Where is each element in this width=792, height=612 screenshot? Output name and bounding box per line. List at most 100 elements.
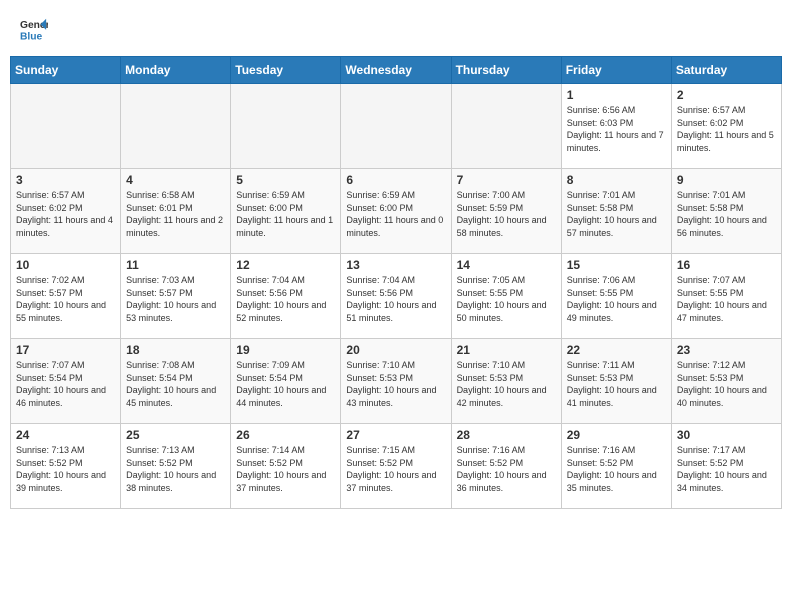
day-info: Sunrise: 6:58 AMSunset: 6:01 PMDaylight:… <box>126 189 225 239</box>
day-info: Sunrise: 6:59 AMSunset: 6:00 PMDaylight:… <box>236 189 335 239</box>
day-number: 27 <box>346 428 445 442</box>
day-number: 21 <box>457 343 556 357</box>
header-friday: Friday <box>561 57 671 84</box>
day-number: 29 <box>567 428 666 442</box>
calendar-cell <box>11 84 121 169</box>
calendar-cell: 20 Sunrise: 7:10 AMSunset: 5:53 PMDayligh… <box>341 339 451 424</box>
day-number: 2 <box>677 88 776 102</box>
calendar-cell: 5 Sunrise: 6:59 AMSunset: 6:00 PMDaylight… <box>231 169 341 254</box>
day-number: 25 <box>126 428 225 442</box>
calendar-cell <box>121 84 231 169</box>
day-number: 22 <box>567 343 666 357</box>
day-number: 8 <box>567 173 666 187</box>
day-info: Sunrise: 6:59 AMSunset: 6:00 PMDaylight:… <box>346 189 445 239</box>
calendar-header-row: SundayMondayTuesdayWednesdayThursdayFrid… <box>11 57 782 84</box>
header-sunday: Sunday <box>11 57 121 84</box>
day-info: Sunrise: 7:04 AMSunset: 5:56 PMDaylight:… <box>346 274 445 324</box>
day-info: Sunrise: 7:00 AMSunset: 5:59 PMDaylight:… <box>457 189 556 239</box>
day-number: 3 <box>16 173 115 187</box>
day-number: 7 <box>457 173 556 187</box>
calendar-cell: 4 Sunrise: 6:58 AMSunset: 6:01 PMDaylight… <box>121 169 231 254</box>
header-monday: Monday <box>121 57 231 84</box>
calendar-week-5: 24 Sunrise: 7:13 AMSunset: 5:52 PMDayligh… <box>11 424 782 509</box>
day-number: 11 <box>126 258 225 272</box>
calendar-cell: 13 Sunrise: 7:04 AMSunset: 5:56 PMDayligh… <box>341 254 451 339</box>
day-info: Sunrise: 7:09 AMSunset: 5:54 PMDaylight:… <box>236 359 335 409</box>
calendar-cell: 17 Sunrise: 7:07 AMSunset: 5:54 PMDayligh… <box>11 339 121 424</box>
day-info: Sunrise: 7:11 AMSunset: 5:53 PMDaylight:… <box>567 359 666 409</box>
calendar-cell: 9 Sunrise: 7:01 AMSunset: 5:58 PMDaylight… <box>671 169 781 254</box>
calendar-cell: 21Sunrise: 7:10 AMSunset: 5:53 PMDayligh… <box>451 339 561 424</box>
calendar-cell: 22 Sunrise: 7:11 AMSunset: 5:53 PMDayligh… <box>561 339 671 424</box>
day-info: Sunrise: 7:01 AMSunset: 5:58 PMDaylight:… <box>567 189 666 239</box>
day-number: 5 <box>236 173 335 187</box>
day-info: Sunrise: 7:10 AMSunset: 5:53 PMDaylight:… <box>346 359 445 409</box>
day-number: 12 <box>236 258 335 272</box>
calendar-cell: 27Sunrise: 7:15 AMSunset: 5:52 PMDayligh… <box>341 424 451 509</box>
day-number: 18 <box>126 343 225 357</box>
day-number: 6 <box>346 173 445 187</box>
day-number: 30 <box>677 428 776 442</box>
day-number: 1 <box>567 88 666 102</box>
calendar-cell: 25Sunrise: 7:13 AMSunset: 5:52 PMDayligh… <box>121 424 231 509</box>
header-tuesday: Tuesday <box>231 57 341 84</box>
day-info: Sunrise: 7:13 AMSunset: 5:52 PMDaylight:… <box>16 444 115 494</box>
calendar-cell: 3 Sunrise: 6:57 AMSunset: 6:02 PMDaylight… <box>11 169 121 254</box>
day-number: 24 <box>16 428 115 442</box>
day-info: Sunrise: 7:02 AMSunset: 5:57 PMDaylight:… <box>16 274 115 324</box>
calendar-cell: 28Sunrise: 7:16 AMSunset: 5:52 PMDayligh… <box>451 424 561 509</box>
day-info: Sunrise: 7:01 AMSunset: 5:58 PMDaylight:… <box>677 189 776 239</box>
calendar-cell <box>341 84 451 169</box>
day-info: Sunrise: 7:06 AMSunset: 5:55 PMDaylight:… <box>567 274 666 324</box>
calendar-cell: 24 Sunrise: 7:13 AMSunset: 5:52 PMDayligh… <box>11 424 121 509</box>
calendar-cell: 10 Sunrise: 7:02 AMSunset: 5:57 PMDayligh… <box>11 254 121 339</box>
calendar-cell: 14Sunrise: 7:05 AMSunset: 5:55 PMDayligh… <box>451 254 561 339</box>
calendar-cell: 8 Sunrise: 7:01 AMSunset: 5:58 PMDaylight… <box>561 169 671 254</box>
calendar-cell: 12 Sunrise: 7:04 AMSunset: 5:56 PMDayligh… <box>231 254 341 339</box>
calendar-table: SundayMondayTuesdayWednesdayThursdayFrid… <box>10 56 782 509</box>
day-number: 26 <box>236 428 335 442</box>
calendar-week-4: 17 Sunrise: 7:07 AMSunset: 5:54 PMDayligh… <box>11 339 782 424</box>
day-info: Sunrise: 7:04 AMSunset: 5:56 PMDaylight:… <box>236 274 335 324</box>
day-number: 4 <box>126 173 225 187</box>
day-info: Sunrise: 7:16 AMSunset: 5:52 PMDaylight:… <box>567 444 666 494</box>
day-number: 10 <box>16 258 115 272</box>
svg-text:Blue: Blue <box>20 31 43 42</box>
calendar-cell: 15 Sunrise: 7:06 AMSunset: 5:55 PMDayligh… <box>561 254 671 339</box>
day-info: Sunrise: 7:03 AMSunset: 5:57 PMDaylight:… <box>126 274 225 324</box>
day-info: Sunrise: 6:57 AMSunset: 6:02 PMDaylight:… <box>677 104 776 154</box>
calendar-cell: 19 Sunrise: 7:09 AMSunset: 5:54 PMDayligh… <box>231 339 341 424</box>
day-number: 17 <box>16 343 115 357</box>
calendar-cell: 26 Sunrise: 7:14 AMSunset: 5:52 PMDayligh… <box>231 424 341 509</box>
calendar-cell: 16 Sunrise: 7:07 AMSunset: 5:55 PMDayligh… <box>671 254 781 339</box>
calendar-week-3: 10 Sunrise: 7:02 AMSunset: 5:57 PMDayligh… <box>11 254 782 339</box>
calendar-week-1: 1 Sunrise: 6:56 AMSunset: 6:03 PMDaylight… <box>11 84 782 169</box>
day-number: 9 <box>677 173 776 187</box>
day-number: 13 <box>346 258 445 272</box>
day-number: 20 <box>346 343 445 357</box>
calendar-cell: 30 Sunrise: 7:17 AMSunset: 5:52 PMDayligh… <box>671 424 781 509</box>
calendar-cell: 23 Sunrise: 7:12 AMSunset: 5:53 PMDayligh… <box>671 339 781 424</box>
day-info: Sunrise: 6:57 AMSunset: 6:02 PMDaylight:… <box>16 189 115 239</box>
day-info: Sunrise: 7:16 AMSunset: 5:52 PMDaylight:… <box>457 444 556 494</box>
day-number: 19 <box>236 343 335 357</box>
day-info: Sunrise: 7:12 AMSunset: 5:53 PMDaylight:… <box>677 359 776 409</box>
calendar-cell: 29 Sunrise: 7:16 AMSunset: 5:52 PMDayligh… <box>561 424 671 509</box>
day-number: 15 <box>567 258 666 272</box>
calendar-cell: 2 Sunrise: 6:57 AMSunset: 6:02 PMDaylight… <box>671 84 781 169</box>
day-info: Sunrise: 7:07 AMSunset: 5:55 PMDaylight:… <box>677 274 776 324</box>
header: General Blue <box>10 10 782 48</box>
day-info: Sunrise: 7:07 AMSunset: 5:54 PMDaylight:… <box>16 359 115 409</box>
calendar-cell: 11 Sunrise: 7:03 AMSunset: 5:57 PMDayligh… <box>121 254 231 339</box>
day-info: Sunrise: 7:08 AMSunset: 5:54 PMDaylight:… <box>126 359 225 409</box>
day-number: 16 <box>677 258 776 272</box>
calendar-cell: 1 Sunrise: 6:56 AMSunset: 6:03 PMDaylight… <box>561 84 671 169</box>
day-info: Sunrise: 7:17 AMSunset: 5:52 PMDaylight:… <box>677 444 776 494</box>
calendar-cell: 6 Sunrise: 6:59 AMSunset: 6:00 PMDaylight… <box>341 169 451 254</box>
day-number: 23 <box>677 343 776 357</box>
day-info: Sunrise: 7:14 AMSunset: 5:52 PMDaylight:… <box>236 444 335 494</box>
calendar-cell <box>231 84 341 169</box>
logo: General Blue <box>20 15 48 43</box>
day-number: 14 <box>457 258 556 272</box>
day-info: Sunrise: 6:56 AMSunset: 6:03 PMDaylight:… <box>567 104 666 154</box>
